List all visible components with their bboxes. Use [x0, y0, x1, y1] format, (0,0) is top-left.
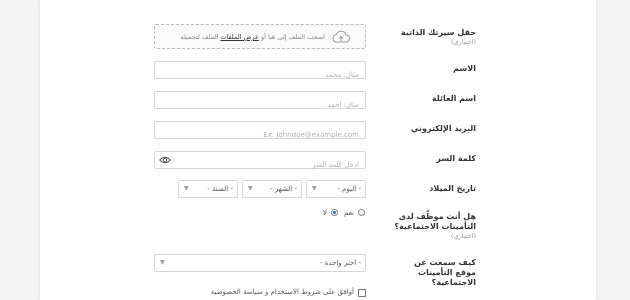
- last-name-input[interactable]: [155, 97, 365, 113]
- birthdate-label: تاريخ الميلاد: [429, 184, 476, 193]
- chevron-down-icon: ▼: [184, 185, 189, 192]
- chevron-down-icon: ▼: [248, 185, 253, 192]
- email-field-wrap: [154, 121, 366, 143]
- last-name-label: اسم العائلة: [431, 94, 476, 103]
- browse-files-link[interactable]: عرض الملفات: [220, 33, 258, 41]
- gosi-yes-radio[interactable]: [358, 209, 365, 216]
- email-label: البريد الإلكتروني: [410, 124, 476, 133]
- first-name-input[interactable]: [155, 67, 365, 83]
- birth-day-value: - اليوم -: [337, 185, 361, 193]
- birth-month-select[interactable]: - الشهر - ▼: [242, 180, 302, 198]
- gosi-yes-label: نعم: [344, 209, 354, 217]
- terms-label: أوافق على شروط الاستخدام و سياسة الخصوصي…: [210, 288, 354, 296]
- source-select-value: - اختر واحدة -: [320, 259, 361, 267]
- chevron-down-icon: ▼: [312, 185, 317, 192]
- show-password-eye-icon[interactable]: [159, 155, 171, 165]
- password-label: كلمة السر: [436, 154, 476, 163]
- resume-label: حقل سيرتك الذاتية (اختياري): [392, 28, 476, 47]
- dropzone-text-after: الملف لتحميله: [180, 33, 219, 41]
- birth-year-select[interactable]: - السنة - ▼: [178, 180, 238, 198]
- cloud-upload-icon: [332, 30, 350, 43]
- gosi-employee-label: هل أنت موظّف لدى التأمينات الاجتماعية؟ (…: [392, 212, 476, 241]
- gosi-employee-label-text: هل أنت موظّف لدى التأمينات الاجتماعية؟: [394, 212, 476, 231]
- source-label: كيف سمعت عن موقع التأمينات الاجتماعية؟: [414, 258, 476, 287]
- birth-year-value: - السنة -: [207, 185, 233, 193]
- resume-dropzone[interactable]: اسحب الملف إلى هنا أو عرض الملفات الملف …: [154, 24, 366, 49]
- gosi-no-radio[interactable]: [331, 209, 338, 216]
- password-field-wrap: [154, 151, 366, 173]
- first-name-label: الاسم: [453, 64, 476, 73]
- dropzone-text-before: اسحب الملف إلى هنا أو: [260, 33, 325, 41]
- last-name-field-wrap: [154, 91, 366, 113]
- password-input[interactable]: [155, 157, 365, 173]
- email-input[interactable]: [155, 127, 365, 143]
- birth-month-value: - الشهر -: [270, 185, 297, 193]
- first-name-field-wrap: [154, 61, 366, 83]
- terms-checkbox[interactable]: [358, 289, 366, 297]
- gosi-optional-note: (اختياري): [450, 232, 476, 240]
- birth-day-select[interactable]: - اليوم - ▼: [306, 180, 366, 198]
- gosi-no-label: لا: [323, 209, 327, 217]
- dropzone-text: اسحب الملف إلى هنا أو عرض الملفات الملف …: [180, 33, 325, 41]
- chevron-down-icon: ▼: [160, 259, 165, 266]
- resume-optional-note: (اختياري): [450, 38, 476, 46]
- resume-label-text: حقل سيرتك الذاتية: [400, 28, 476, 37]
- source-select[interactable]: - اختر واحدة - ▼: [154, 254, 366, 272]
